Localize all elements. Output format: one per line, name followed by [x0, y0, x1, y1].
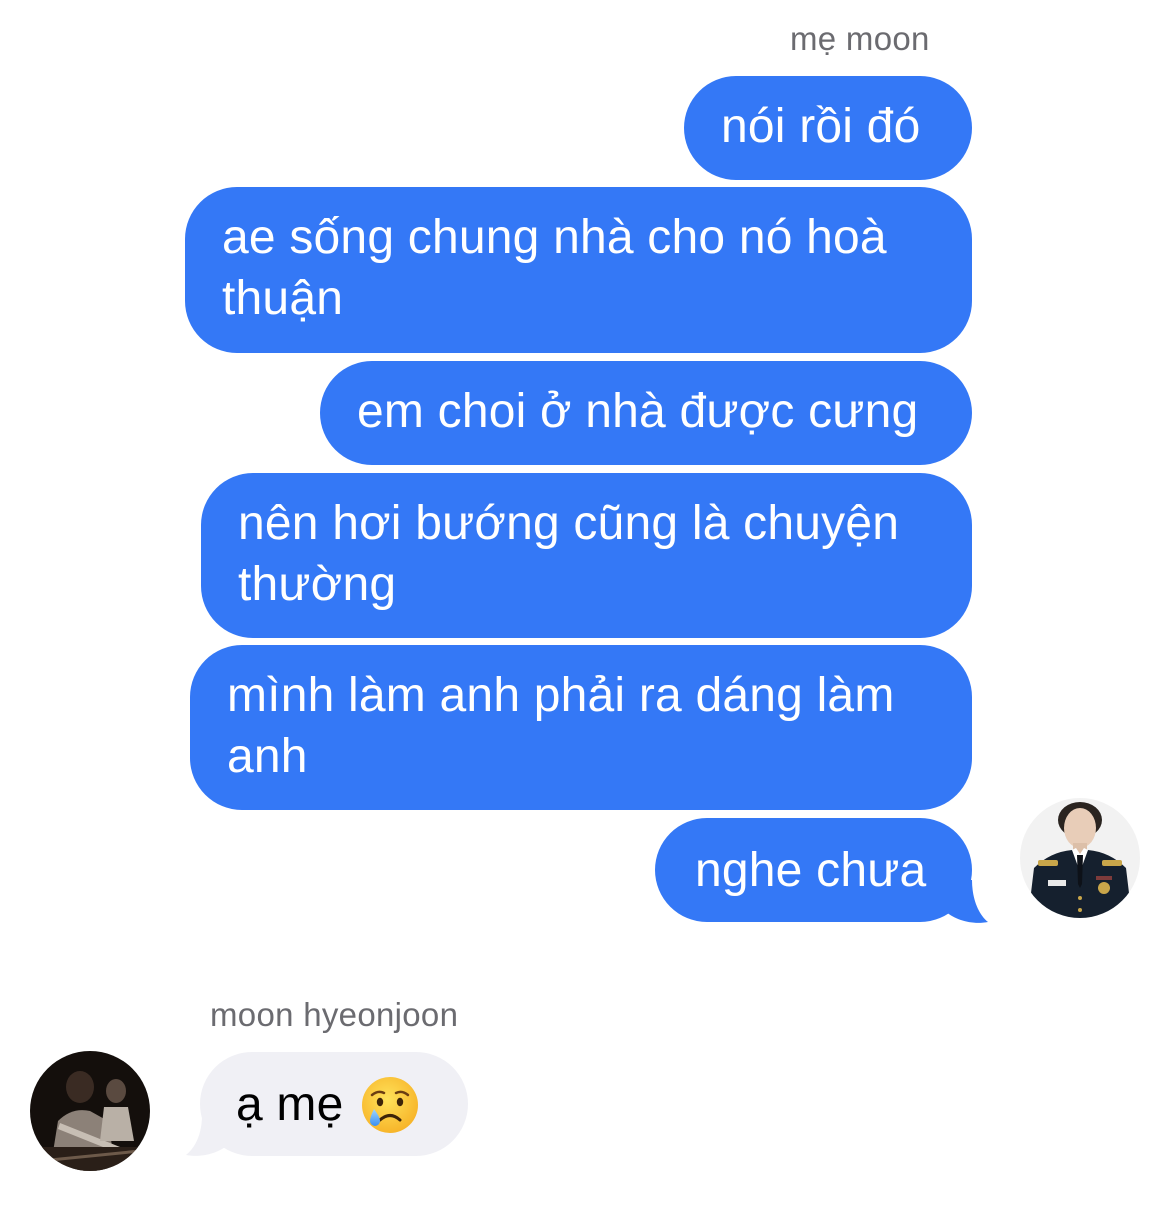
message-bubble-incoming[interactable]: ạ mẹ — [200, 1052, 468, 1156]
message-bubble-outgoing[interactable]: nói rồi đó — [684, 76, 972, 180]
message-text: ae sống chung nhà cho nó hoà thuận — [222, 211, 887, 325]
outgoing-sender-name: mẹ moon — [790, 20, 930, 57]
message-text: nói rồi đó — [721, 100, 921, 153]
message-text: ạ mẹ — [236, 1078, 344, 1131]
message-bubble-outgoing[interactable]: em choi ở nhà được cưng — [320, 361, 972, 465]
outgoing-sender-avatar[interactable] — [1020, 798, 1140, 918]
message-text-row: ạ mẹ — [236, 1074, 468, 1135]
message-text: mình làm anh phải ra dáng làm anh — [227, 669, 895, 783]
message-bubble-outgoing[interactable]: nghe chưa — [655, 818, 972, 922]
incoming-sender-avatar[interactable] — [30, 1051, 150, 1171]
message-bubble-outgoing[interactable]: nên hơi bướng cũng là chuyện thường — [201, 473, 972, 638]
message-text: nghe chưa — [695, 844, 927, 897]
message-bubble-outgoing[interactable]: mình làm anh phải ra dáng làm anh — [190, 645, 972, 810]
message-text: nên hơi bướng cũng là chuyện thường — [238, 497, 900, 611]
incoming-bubble-tail — [186, 1115, 234, 1156]
outgoing-bubble-tail — [940, 880, 988, 923]
incoming-sender-name: moon hyeonjoon — [210, 996, 459, 1033]
message-bubble-outgoing[interactable]: ae sống chung nhà cho nó hoà thuận — [185, 187, 972, 353]
crying-face-icon — [361, 1076, 418, 1133]
message-text: em choi ở nhà được cưng — [357, 385, 919, 438]
